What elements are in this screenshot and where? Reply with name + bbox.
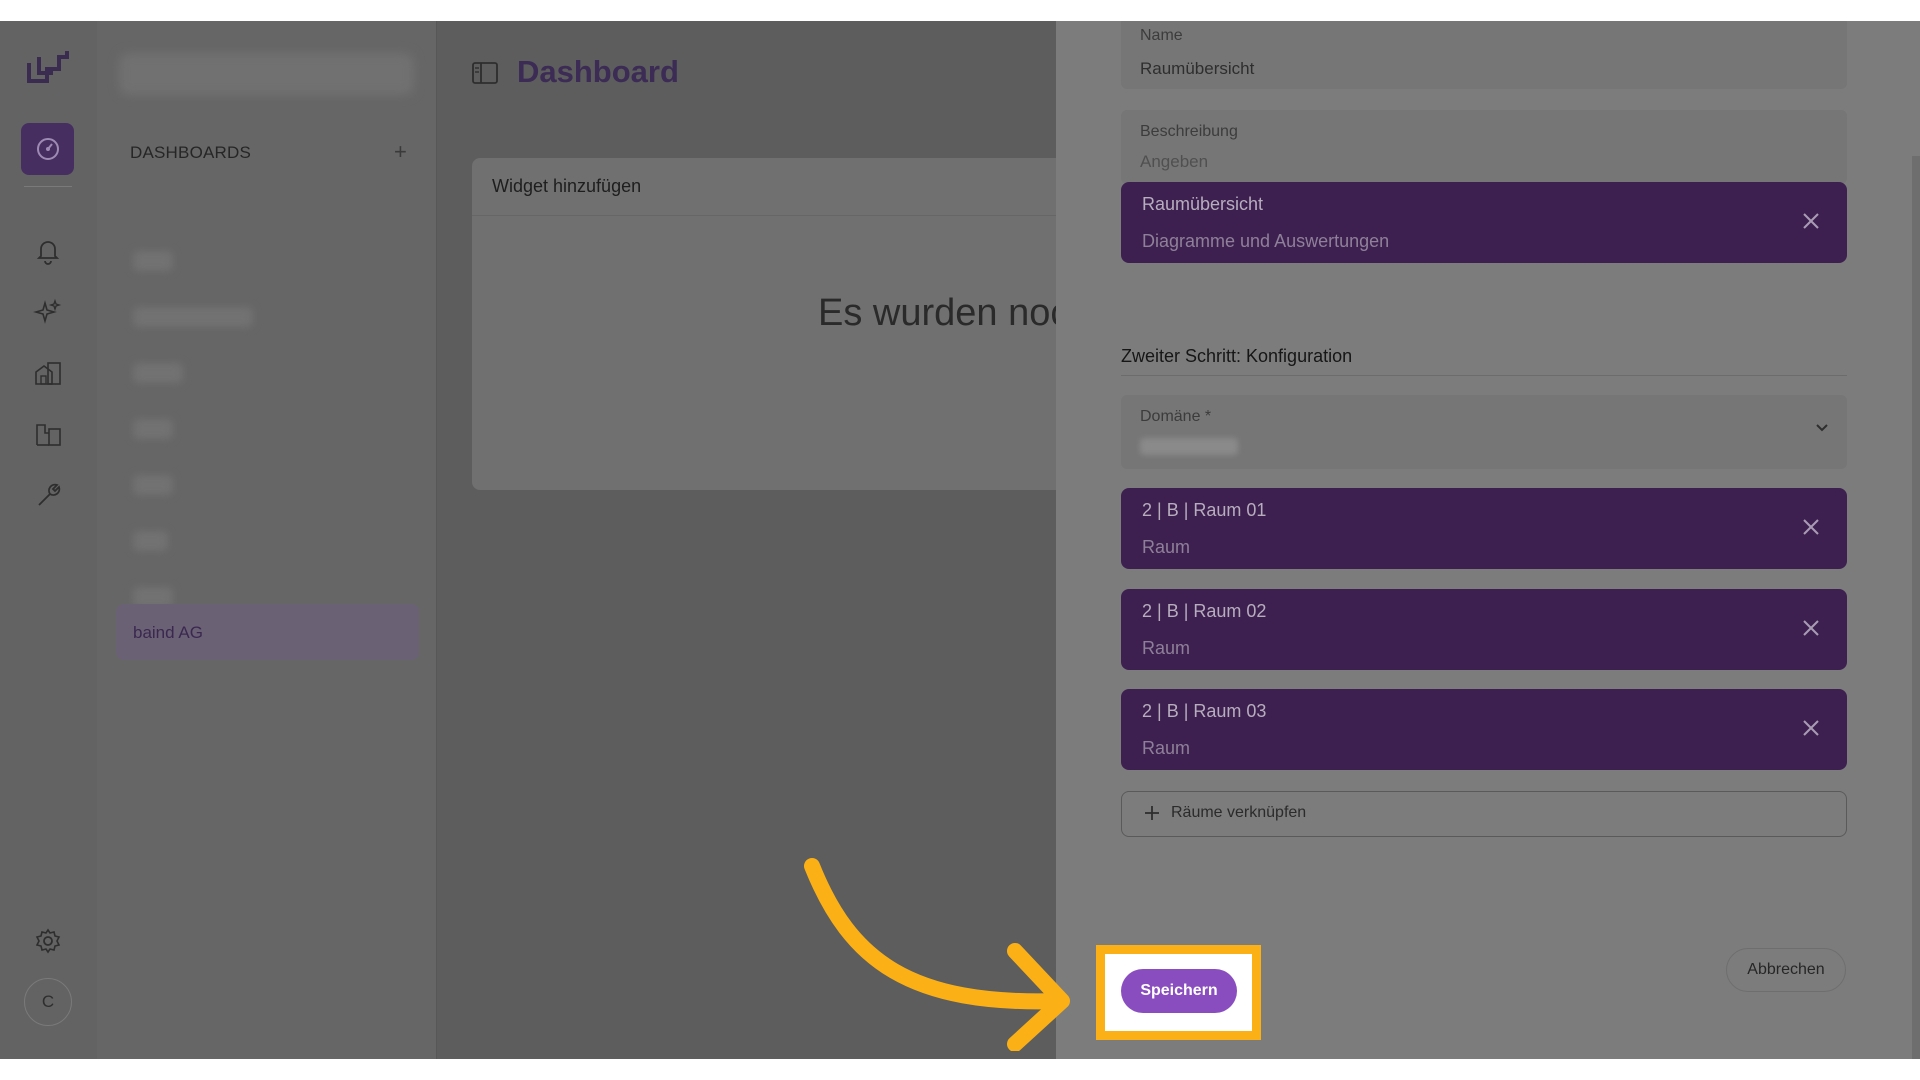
widget-card-title: Widget hinzufügen bbox=[492, 176, 642, 196]
step2-heading: Zweiter Schritt: Konfiguration bbox=[1121, 346, 1353, 366]
sidebar-section-title: DASHBOARDS bbox=[130, 143, 252, 162]
chip-title: Raumübersicht bbox=[1142, 194, 1264, 214]
empty-state-text: Es wurden noc bbox=[818, 292, 1070, 334]
description-field-placeholder: Angeben bbox=[1140, 152, 1209, 171]
link-rooms-button[interactable]: Räume verknüpfen bbox=[1121, 791, 1847, 837]
drawer-scrollbar[interactable] bbox=[1912, 156, 1920, 1059]
chip-subtitle: Diagramme und Auswertungen bbox=[1142, 231, 1390, 251]
domain-select[interactable]: Domäne * bbox=[1121, 395, 1847, 469]
room-chip-2: 2 | B | Raum 02 Raum bbox=[1121, 589, 1847, 670]
description-field[interactable]: Beschreibung Angeben bbox=[1121, 110, 1847, 184]
selected-widget-type-chip: Raumübersicht Diagramme und Auswertungen bbox=[1121, 182, 1847, 263]
page-title: Dashboard bbox=[517, 54, 679, 89]
close-icon[interactable] bbox=[1799, 515, 1823, 539]
blurred-list-item[interactable] bbox=[133, 251, 173, 271]
app-screen: C DASHBOARDS + baind AG Dashboard Widget… bbox=[0, 21, 1920, 1059]
logo-icon[interactable] bbox=[25, 47, 71, 87]
chip-title: 2 | B | Raum 02 bbox=[1142, 601, 1267, 621]
close-icon[interactable] bbox=[1799, 209, 1823, 233]
bell-icon[interactable] bbox=[33, 236, 63, 266]
description-field-label: Beschreibung bbox=[1140, 123, 1238, 140]
sidebar-item-baind-ag[interactable]: baind AG bbox=[116, 604, 419, 660]
link-rooms-label: Räume verknüpfen bbox=[1171, 804, 1307, 821]
wrench-icon[interactable] bbox=[33, 480, 63, 510]
sidebar-item-label: baind AG bbox=[133, 623, 203, 642]
user-avatar[interactable]: C bbox=[24, 978, 72, 1026]
name-field[interactable]: Name Raumübersicht bbox=[1121, 21, 1847, 89]
gear-icon[interactable] bbox=[33, 926, 63, 956]
rail-divider bbox=[24, 186, 72, 187]
chip-subtitle: Raum bbox=[1142, 537, 1191, 557]
dashboard-sidebar: DASHBOARDS + baind AG bbox=[97, 21, 437, 1059]
widget-card-header[interactable]: Widget hinzufügen bbox=[472, 158, 1072, 216]
plus-icon[interactable]: + bbox=[394, 139, 407, 165]
room-chip-3: 2 | B | Raum 03 Raum bbox=[1121, 689, 1847, 770]
close-icon[interactable] bbox=[1799, 716, 1823, 740]
icon-rail: C bbox=[0, 21, 98, 1059]
save-button[interactable]: Speichern bbox=[1121, 969, 1237, 1013]
blurred-list-item[interactable] bbox=[133, 531, 168, 551]
chevron-down-icon bbox=[1816, 424, 1828, 432]
blurred-list-item[interactable] bbox=[133, 307, 253, 327]
blurred-list-item[interactable] bbox=[133, 419, 173, 439]
domain-select-label: Domäne * bbox=[1140, 408, 1212, 425]
gauge-icon bbox=[37, 138, 59, 160]
chip-title: 2 | B | Raum 01 bbox=[1142, 500, 1267, 520]
cancel-button[interactable]: Abbrechen bbox=[1726, 948, 1846, 992]
divider bbox=[1121, 375, 1847, 376]
blurred-list-item[interactable] bbox=[133, 363, 183, 383]
tutorial-arrow-icon bbox=[804, 858, 1070, 1051]
widget-card: Widget hinzufügen Es wurden noc bbox=[472, 158, 1072, 490]
buildings-icon[interactable] bbox=[33, 358, 63, 388]
sparkles-icon[interactable] bbox=[33, 297, 63, 327]
blurred-list-item[interactable] bbox=[133, 475, 173, 495]
widget-config-drawer: Name Raumübersicht Beschreibung Angeben … bbox=[1056, 21, 1920, 1059]
name-field-label: Name bbox=[1140, 27, 1183, 44]
chip-title: 2 | B | Raum 03 bbox=[1142, 701, 1267, 721]
floorplan-icon[interactable] bbox=[33, 419, 63, 449]
nav-dashboard[interactable] bbox=[21, 123, 74, 175]
close-icon[interactable] bbox=[1799, 616, 1823, 640]
plus-icon bbox=[1145, 806, 1159, 820]
chip-subtitle: Raum bbox=[1142, 738, 1191, 758]
blurred-search bbox=[119, 53, 414, 95]
domain-select-value bbox=[1140, 438, 1238, 455]
name-field-value: Raumübersicht bbox=[1140, 59, 1255, 78]
chip-subtitle: Raum bbox=[1142, 638, 1191, 658]
sidebar-toggle-icon[interactable] bbox=[470, 58, 500, 88]
room-chip-1: 2 | B | Raum 01 Raum bbox=[1121, 488, 1847, 569]
